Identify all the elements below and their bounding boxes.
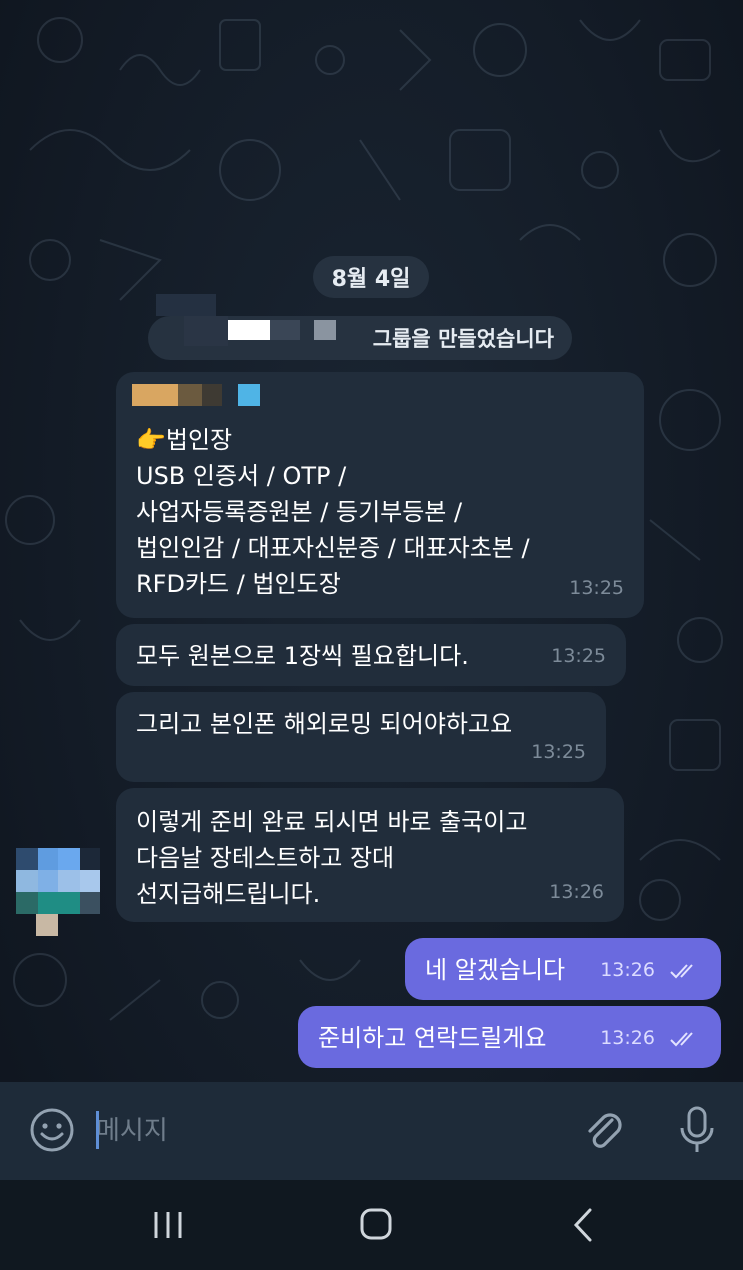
message-time-status: 13:26 — [600, 1020, 701, 1056]
pixelated-sender-name — [132, 384, 262, 406]
avatar[interactable] — [16, 848, 108, 940]
message-text: 그리고 본인폰 해외로밍 되어야하고요 — [136, 710, 513, 738]
message-composer — [0, 1082, 743, 1180]
service-message-text: 그룹을 만들었습니다 — [372, 327, 554, 351]
home-icon[interactable] — [352, 1204, 400, 1246]
message-time: 13:25 — [569, 577, 624, 599]
smile-icon[interactable] — [28, 1106, 76, 1154]
back-icon[interactable] — [560, 1204, 608, 1246]
message-input[interactable] — [96, 1108, 556, 1154]
message-text: 이렇게 준비 완료 되시면 바로 출국이고 다음날 장테스트하고 장대 선지급해… — [136, 808, 528, 908]
read-checkmarks-icon — [670, 963, 693, 978]
message-bubble-incoming[interactable]: 그리고 본인폰 해외로밍 되어야하고요 13:25 — [116, 692, 606, 782]
recents-icon[interactable] — [144, 1204, 192, 1246]
message-time: 13:26 — [600, 1027, 655, 1049]
system-navigation-bar — [0, 1180, 743, 1270]
message-time: 13:26 — [549, 881, 604, 903]
date-label: 8월 4일 — [331, 267, 411, 292]
message-text: 👉법인장 USB 인증서 / OTP / 사업자등록증원본 / 등기부등본 / … — [136, 426, 530, 598]
service-message: 그룹을 만들었습니다 — [148, 294, 572, 360]
microphone-icon[interactable] — [674, 1104, 720, 1156]
chat-screen: 8월 4일 그룹을 만들었습니다 👉법인장 USB 인증서 / OTP / 사업… — [0, 0, 743, 1270]
message-bubble-incoming[interactable]: 👉법인장 USB 인증서 / OTP / 사업자등록증원본 / 등기부등본 / … — [116, 372, 644, 618]
paperclip-icon[interactable] — [580, 1106, 628, 1154]
message-text: 모두 원본으로 1장씩 필요합니다. — [136, 642, 469, 670]
message-bubble-incoming[interactable]: 이렇게 준비 완료 되시면 바로 출국이고 다음날 장테스트하고 장대 선지급해… — [116, 788, 624, 922]
message-time: 13:26 — [600, 959, 655, 981]
message-time-status: 13:26 — [600, 952, 701, 988]
message-bubble-outgoing[interactable]: 네 알겠습니다 13:26 — [405, 938, 721, 1000]
message-time: 13:25 — [551, 645, 606, 667]
pixelated-group-name — [156, 294, 346, 354]
text-caret — [96, 1111, 99, 1149]
message-bubble-incoming[interactable]: 모두 원본으로 1장씩 필요합니다. 13:25 — [116, 624, 626, 686]
read-checkmarks-icon — [670, 1031, 693, 1046]
message-bubble-outgoing[interactable]: 준비하고 연락드릴게요 13:26 — [298, 1006, 721, 1068]
date-header: 8월 4일 — [313, 256, 429, 298]
message-time: 13:25 — [531, 741, 586, 763]
